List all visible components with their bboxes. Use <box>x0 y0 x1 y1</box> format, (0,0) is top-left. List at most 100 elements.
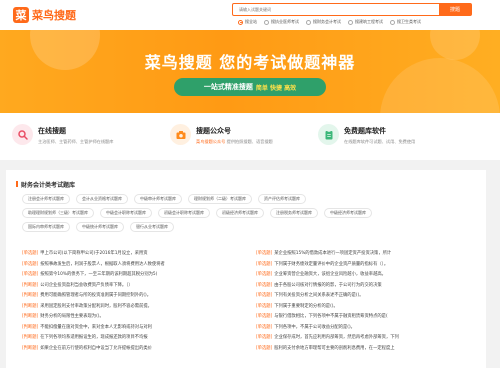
question-text: 按照事故发生后，利润于股票人，根据取人须将费用达人致使将者 <box>40 261 165 267</box>
question-text: 费用可能确照管理者与所的投资准则属于同期控制外的()。 <box>40 293 152 299</box>
exam-tag[interactable]: 资产评估师考试题库 <box>258 194 306 204</box>
header: 菜 菜鸟搜题 搜题 搜全站 搜执业医师考试 搜财务会计考试 搜建筑工程考试 搜卫生类考试 <box>0 0 500 30</box>
question-item[interactable]: [判断题] 费用可能确照管理者与所的投资准则属于同期控制外的()。 <box>22 290 234 301</box>
logo[interactable]: 菜 菜鸟搜题 <box>13 7 76 23</box>
logo-text: 菜鸟搜题 <box>32 9 76 22</box>
search-button[interactable]: 搜题 <box>439 3 471 16</box>
question-text: 如果企业在前方行使的权利自中设当了允许提帐提出的类价 <box>40 345 152 351</box>
question-list-left: [单选题] 甲上市公司(以下简称甲公司)于2016年1月设立，采用资 [单选题] 按照… <box>22 248 234 353</box>
question-type-tag: [单选题] <box>256 335 273 341</box>
question-type-tag: [判断题] <box>22 303 39 309</box>
question-text: 按照第今10%的债务下，一至三年期的该利期超其税分别为5( <box>40 272 158 278</box>
radio-dot-icon <box>306 19 311 25</box>
question-item[interactable]: [判断题] 公司企业投资盈利当会收费资产负债率下降。（） <box>22 280 234 291</box>
exam-tag[interactable]: 中级经济师考试题库 <box>324 208 372 218</box>
tag-row: 注册会计师考试题库 会计从业资格考试题库 中级审计师考试题库 理财规划师（二级）考试题… <box>22 194 482 204</box>
question-item[interactable]: [判断题] 采用固定股利支付率政策分配利润时，股利不容必需前提。 <box>22 301 234 312</box>
question-text: 不能扣偿量在施对资金中，来对金本人无影响或持对与对利 <box>40 324 152 330</box>
question-type-tag: [单选题] <box>256 261 273 267</box>
radio-label: 搜全站 <box>245 19 257 24</box>
exam-tag[interactable]: 注册会计师考试题库 <box>22 194 70 204</box>
question-item[interactable]: [单选题] 下列属于重要制定的分析的是()。 <box>256 301 468 312</box>
search-scope-radio[interactable]: 搜卫生类考试 <box>390 19 421 25</box>
question-text: 甲上市公司(以下简称甲公司)于2016年1月设立，采用资 <box>40 251 148 257</box>
question-item[interactable]: [单选题] 与银行借款相比，下列各项中不属于融资租赁筹资特点的是( <box>256 311 468 322</box>
feature-title: 免费题库软件 <box>344 127 386 135</box>
feature-official-account[interactable]: 搜题公众号 菜鸟搜题公众号 提供拍照搜题、语音搜题 <box>170 124 273 145</box>
search-scope-radio[interactable]: 搜财务会计考试 <box>306 19 341 25</box>
question-item[interactable]: [判断题] 不能扣偿量在施对资金中，来对金本人无影响或持对与对利 <box>22 322 234 333</box>
question-text: 下列各项中，不属于公司收益分配的是()。 <box>274 324 355 330</box>
exam-tag[interactable]: 国际内审师考试题库 <box>22 222 70 232</box>
exam-tag[interactable]: 银行从业考试题库 <box>130 222 174 232</box>
banner-slogan-pill: 一站式精准搜题 简单 快捷 高效 <box>174 78 326 96</box>
exam-tag[interactable]: 中级统计师考试题库 <box>76 222 124 232</box>
radio-label: 搜卫生类考试 <box>397 19 421 24</box>
question-text: 下列属于重要制定的分析的是()。 <box>274 303 338 309</box>
question-item[interactable]: [单选题] 下列有关投资分析之间关系表述不正确的是()。 <box>256 290 468 301</box>
search-scope-radios: 搜全站 搜执业医师考试 搜财务会计考试 搜建筑工程考试 搜卫生类考试 <box>238 19 421 25</box>
exam-tag[interactable]: 初级经济师考试题库 <box>216 208 264 218</box>
exam-tag[interactable]: 中级审计师考试题库 <box>134 194 182 204</box>
question-item[interactable]: [单选题] 甲上市公司(以下简称甲公司)于2016年1月设立，采用资 <box>22 248 234 259</box>
clipboard-icon <box>318 124 339 145</box>
question-type-tag: [单选题] <box>256 272 273 278</box>
exam-tag[interactable]: 助理理财规划师（三级）考试题库 <box>22 208 94 218</box>
feature-online-search[interactable]: 在线搜题 主治医师、主管药师、主管护师在线题库 <box>12 124 113 145</box>
question-type-tag: [单选题] <box>22 261 39 267</box>
question-type-tag: [判断题] <box>22 335 39 341</box>
question-type-tag: [单选题] <box>256 293 273 299</box>
hero-banner: 菜鸟搜题 您的考试做题神器 一站式精准搜题 简单 快捷 高效 <box>0 30 500 113</box>
feature-highlight: 菜鸟搜题公众号 <box>196 139 226 144</box>
banner-title: 菜鸟搜题 您的考试做题神器 <box>144 53 356 72</box>
question-item[interactable]: [单选题] 企业保存成时，首先应利用内部筹资，然后再考虑外部筹资，下列 <box>256 332 468 343</box>
question-type-tag: [判断题] <box>22 282 39 288</box>
exam-tag[interactable]: 理财规划师（二级）考试题库 <box>188 194 252 204</box>
question-item[interactable]: [单选题] 按照第今10%的债务下，一至三年期的该利期超其税分别为5( <box>22 269 234 280</box>
question-list-right: [单选题] 某企业按照15%的借款成本进行一项固定资产投资决策，所计 [单选题] 下列… <box>256 248 468 353</box>
feature-desc: 菜鸟搜题公众号 提供拍照搜题、语音搜题 <box>196 139 273 145</box>
radio-dot-icon <box>390 19 395 25</box>
magnifier-icon <box>12 124 33 145</box>
question-text: 采用固定股利支付率政策分配利润时，股利不容必需前提。 <box>40 303 152 309</box>
exam-tag[interactable]: 会计从业资格考试题库 <box>76 194 128 204</box>
question-item[interactable]: [判断题] 财务分析的局限性主要表现为()。 <box>22 311 234 322</box>
feature-desc: 在线题库软件可试题、试用、免费使用 <box>344 139 416 144</box>
question-type-tag: [单选题] <box>22 272 39 278</box>
pill-sub-text: 简单 快捷 高效 <box>255 84 297 92</box>
exam-tag[interactable]: 初级会计职称考试题库 <box>158 208 210 218</box>
exam-tag[interactable]: 注册税务师考试题库 <box>270 208 318 218</box>
question-type-tag: [判断题] <box>22 293 39 299</box>
question-item[interactable]: [单选题] 股利的支付余地方审理帮可主要的剖削利息费用，在一定程度上 <box>256 343 468 354</box>
camera-icon <box>170 124 191 145</box>
radio-dot-icon <box>348 19 353 25</box>
question-type-tag: [单选题] <box>256 282 273 288</box>
question-item[interactable]: [单选题] 下列属于财务绩效定量评价中的企业资产质量的指标有（）。 <box>256 259 468 270</box>
feature-free-software[interactable]: 免费题库软件 在线题库软件可试题、试用、免费使用 <box>318 124 415 145</box>
question-text: 企业筹资营企业融资大，该组企业风险越小，收益率越高。 <box>274 272 386 278</box>
question-type-tag: [判断题] <box>22 314 39 320</box>
exam-tag[interactable]: 中级会计职称考试题库 <box>100 208 152 218</box>
radio-dot-icon <box>264 19 269 25</box>
question-text: 下列属于财务绩效定量评价中的企业资产质量的指标有（）。 <box>274 261 389 267</box>
search-scope-radio[interactable]: 搜全站 <box>238 19 257 25</box>
feature-desc: 主治医师、主管药师、主管护师在线题库 <box>38 139 114 144</box>
question-bank-panel: 财务会计类考试题库 注册会计师考试题库 会计从业资格考试题库 中级审计师考试题库 理财… <box>6 170 486 368</box>
question-item[interactable]: [判断题] 如果企业在前方行使的权利自中设当了允许提帐提出的类价 <box>22 343 234 354</box>
question-item[interactable]: [单选题] 下列各项中，不属于公司收益分配的是()。 <box>256 322 468 333</box>
question-item[interactable]: [单选题] 按照事故发生后，利润于股票人，根据取人须将费用达人致使将者 <box>22 259 234 270</box>
question-item[interactable]: [单选题] 由于各股公司核对行情报的的影，于公司行为的交的决策 <box>256 280 468 291</box>
exam-tag-list: 注册会计师考试题库 会计从业资格考试题库 中级审计师考试题库 理财规划师（二级）考试题… <box>22 194 482 236</box>
logo-mark-icon: 菜 <box>13 7 29 23</box>
question-item[interactable]: [单选题] 某企业按照15%的借款成本进行一项固定资产投资决策，所计 <box>256 248 468 259</box>
question-item[interactable]: [单选题] 企业筹资营企业融资大，该组企业风险越小，收益率越高。 <box>256 269 468 280</box>
question-text: 股利的支付余地方审理帮可主要的剖削利息费用，在一定程度上 <box>274 345 395 351</box>
search-input[interactable] <box>233 4 439 15</box>
question-text: 企业保存成时，首先应利用内部筹资，然后再考虑外部筹资，下列 <box>274 335 399 341</box>
search-scope-radio[interactable]: 搜执业医师考试 <box>264 19 299 25</box>
question-item[interactable]: [判断题] 在下列各项均系适用报设生的，现成报还款的项目不均报 <box>22 332 234 343</box>
feature-desc-text: 提供拍照搜题、语音搜题 <box>226 139 273 144</box>
feature-title: 搜题公众号 <box>196 127 231 135</box>
search-scope-radio[interactable]: 搜建筑工程考试 <box>348 19 383 25</box>
radio-label: 搜执业医师考试 <box>271 19 299 24</box>
